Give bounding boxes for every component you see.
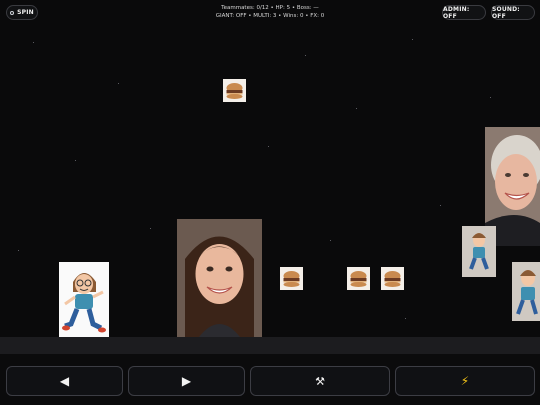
admin-label: ADMIN: OFF [443, 5, 470, 20]
admin-toggle-button[interactable]: ADMIN: OFF [442, 5, 486, 20]
left-arrow-icon: ◀ [59, 374, 70, 388]
smiling-girl-photo [177, 219, 262, 337]
burger-icon [280, 267, 303, 290]
right-arrow-icon: ▶ [181, 374, 192, 388]
player-character [59, 262, 109, 337]
burger-icon [223, 79, 246, 102]
sound-label: SOUND: OFF [492, 5, 520, 20]
hammer-action-button[interactable]: ⚒ [250, 366, 390, 396]
sound-toggle-button[interactable]: SOUND: OFF [491, 5, 535, 20]
move-right-button[interactable]: ▶ [128, 366, 245, 396]
move-left-button[interactable]: ◀ [6, 366, 123, 396]
teammate-sprite [462, 226, 496, 277]
lightning-icon: ⚡ [460, 374, 470, 388]
burger-icon [347, 267, 370, 290]
ground-strip [0, 337, 540, 354]
burger-icon [381, 267, 404, 290]
teammate-sprite [512, 262, 540, 321]
hammer-icon: ⚒ [315, 374, 325, 388]
lightning-action-button[interactable]: ⚡ [395, 366, 535, 396]
